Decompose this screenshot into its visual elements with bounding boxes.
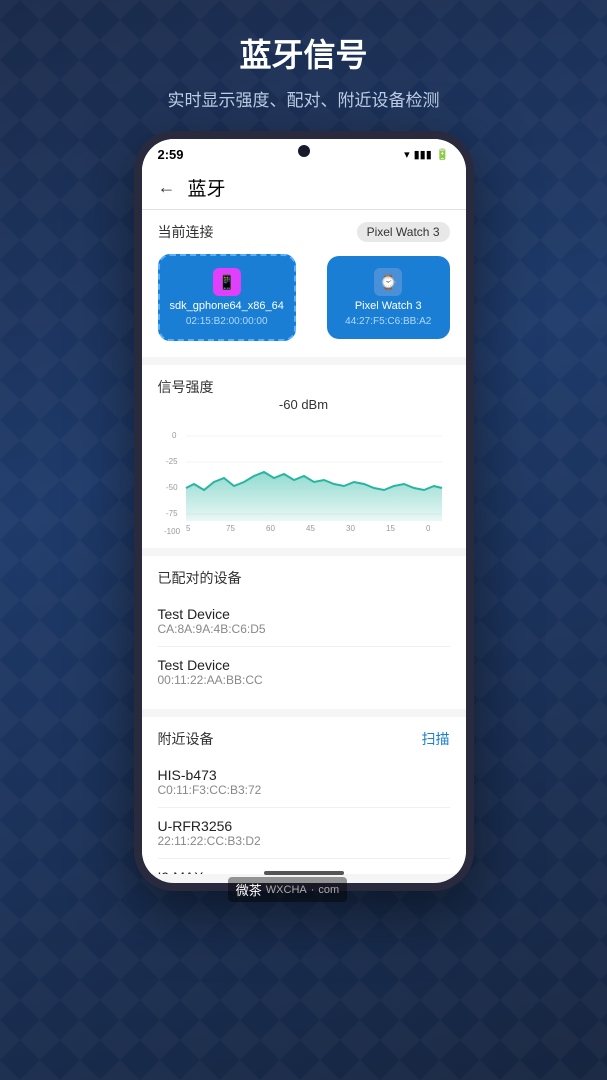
screen-content[interactable]: 当前连接 Pixel Watch 3 📱 sdk_gphone64_x86_64… [142, 210, 466, 874]
watermark-com: com [318, 884, 339, 896]
svg-text:5: 5 [186, 524, 191, 533]
wifi-icon: ▾ [404, 148, 410, 161]
status-time: 2:59 [158, 147, 184, 162]
svg-text:0: 0 [172, 431, 177, 440]
paired-devices-section: 已配对的设备 Test Device CA:8A:9A:4B:C6:D5 Tes… [142, 556, 466, 709]
right-device-mac: 44:27:F5:C6:BB:A2 [345, 316, 431, 327]
svg-text:60: 60 [266, 524, 275, 533]
paired-device-item-1[interactable]: Test Device 00:11:22:AA:BB:CC [158, 647, 450, 697]
nav-title: 蓝牙 [188, 174, 226, 201]
nearby-header: 附近设备 扫描 [158, 729, 450, 749]
phone-mockup: 2:59 ▾ ▮▮▮ 🔋 ← 蓝牙 当前连接 Pixel Watch 3 [134, 131, 474, 891]
signal-section: 信号强度 -60 dBm 0 -25 -50 -75 -100 [142, 365, 466, 548]
left-device-name: sdk_gphone64_x86_64 [170, 300, 284, 312]
svg-text:-75: -75 [166, 509, 178, 518]
svg-text:-100: -100 [164, 527, 181, 536]
paired-device-mac-1: 00:11:22:AA:BB:CC [158, 673, 450, 687]
watermark-main: 微茶 [236, 880, 262, 899]
current-connection-section: 当前连接 Pixel Watch 3 📱 sdk_gphone64_x86_64… [142, 210, 466, 357]
paired-devices-title: 已配对的设备 [158, 568, 450, 588]
page-subtitle: 实时显示强度、配对、附近设备检测 [40, 86, 567, 111]
watermark-sub: WXCHA [266, 884, 307, 896]
signal-chart: 0 -25 -50 -75 -100 [158, 416, 450, 536]
left-device-card: 📱 sdk_gphone64_x86_64 02:15:B2:00:00:00 [158, 254, 296, 341]
status-icons: ▾ ▮▮▮ 🔋 [404, 148, 449, 161]
watermark-dot: · [311, 884, 315, 896]
svg-text:-50: -50 [166, 483, 178, 492]
paired-device-name-1: Test Device [158, 657, 450, 673]
phone-screen: 2:59 ▾ ▮▮▮ 🔋 ← 蓝牙 当前连接 Pixel Watch 3 [142, 139, 466, 883]
left-device-icon: 📱 [213, 268, 241, 296]
battery-icon: 🔋 [436, 148, 450, 161]
paired-device-item-0[interactable]: Test Device CA:8A:9A:4B:C6:D5 [158, 596, 450, 647]
svg-text:-25: -25 [166, 457, 178, 466]
nearby-device-mac-0: C0:11:F3:CC:B3:72 [158, 783, 450, 797]
svg-text:15: 15 [386, 524, 395, 533]
svg-text:0: 0 [426, 524, 431, 533]
watermark: 微茶 WXCHA · com [228, 877, 347, 902]
current-connection-header: 当前连接 Pixel Watch 3 [158, 222, 450, 242]
nearby-title: 附近设备 [158, 729, 214, 749]
svg-text:30: 30 [346, 524, 355, 533]
phone-home-bar [264, 871, 344, 875]
nearby-device-item-1[interactable]: U-RFR3256 22:11:22:CC:B3:D2 [158, 808, 450, 859]
right-device-name: Pixel Watch 3 [355, 300, 422, 312]
header-section: 蓝牙信号 实时显示强度、配对、附近设备检测 [0, 0, 607, 131]
nearby-devices-section: 附近设备 扫描 HIS-b473 C0:11:F3:CC:B3:72 U-RFR… [142, 717, 466, 874]
svg-text:45: 45 [306, 524, 315, 533]
connection-area: 📱 sdk_gphone64_x86_64 02:15:B2:00:00:00 … [158, 250, 450, 345]
right-device-card: ⌚ Pixel Watch 3 44:27:F5:C6:BB:A2 [327, 256, 450, 339]
nearby-device-mac-1: 22:11:22:CC:B3:D2 [158, 834, 450, 848]
left-device-mac: 02:15:B2:00:00:00 [186, 316, 268, 327]
signal-section-title: 信号强度 [158, 377, 450, 397]
camera-notch [298, 145, 310, 157]
paired-device-name-0: Test Device [158, 606, 450, 622]
paired-device-mac-0: CA:8A:9A:4B:C6:D5 [158, 622, 450, 636]
nearby-device-item-0[interactable]: HIS-b473 C0:11:F3:CC:B3:72 [158, 757, 450, 808]
connection-badge: Pixel Watch 3 [357, 222, 450, 242]
nearby-device-name-0: HIS-b473 [158, 767, 450, 783]
connection-arrow: ⇄ [304, 287, 319, 308]
scan-button[interactable]: 扫描 [422, 729, 450, 749]
nearby-device-name-1: U-RFR3256 [158, 818, 450, 834]
nav-bar: ← 蓝牙 [142, 166, 466, 210]
page-title: 蓝牙信号 [40, 30, 567, 76]
current-connection-title: 当前连接 [158, 222, 214, 242]
svg-text:75: 75 [226, 524, 235, 533]
signal-icon: ▮▮▮ [414, 148, 432, 161]
right-device-icon: ⌚ [374, 268, 402, 296]
signal-dbm-label: -60 dBm [158, 397, 450, 412]
back-button[interactable]: ← [158, 177, 176, 198]
